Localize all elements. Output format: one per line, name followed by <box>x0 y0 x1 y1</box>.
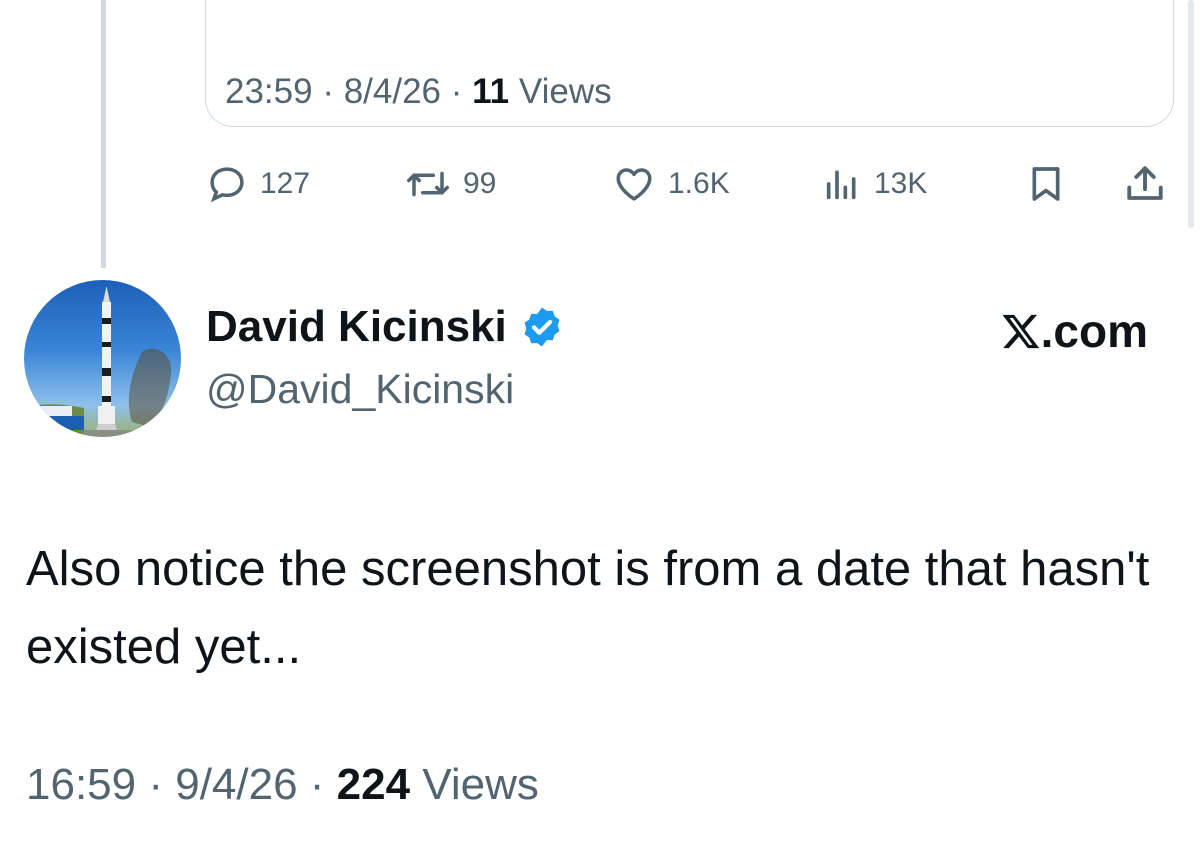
avatar[interactable] <box>24 280 181 437</box>
x-logo-icon <box>1002 314 1039 349</box>
heart-icon <box>616 168 652 201</box>
share-button[interactable] <box>1124 162 1166 206</box>
scrollbar[interactable] <box>1188 0 1194 228</box>
author-name[interactable]: David Kicinski <box>206 302 507 352</box>
bookmark-button[interactable] <box>1026 162 1066 206</box>
rocket-photo <box>24 286 172 437</box>
quoted-tweet-views-count: 11 <box>472 72 510 111</box>
like-button[interactable]: 1.6K <box>612 162 730 206</box>
speech-bubble-icon <box>210 167 244 203</box>
bookmark-icon <box>1032 167 1060 201</box>
views-count: 13K <box>874 167 928 200</box>
tweet-date[interactable]: 9/4/26 <box>175 760 297 809</box>
tweet-views-label: Views <box>422 760 539 809</box>
views-button[interactable]: 13K <box>822 162 927 206</box>
quoted-tweet-date: 8/4/26 <box>343 72 442 111</box>
tweet-text: Also notice the screenshot is from a dat… <box>26 542 1150 674</box>
repost-count: 99 <box>463 167 497 200</box>
brand-domain: .com <box>1040 305 1148 357</box>
reply-button[interactable]: 127 <box>206 162 310 206</box>
share-upload-icon <box>1127 166 1163 200</box>
tweet-meta: 16:59 · 9/4/26 · 224 Views <box>26 760 539 809</box>
bar-chart-icon <box>826 170 856 200</box>
author-name-row[interactable]: David Kicinski <box>206 302 565 352</box>
tweet-time[interactable]: 16:59 <box>26 760 136 809</box>
repost-button[interactable]: 99 <box>405 162 496 206</box>
brand-label: .com <box>1001 304 1148 358</box>
verified-badge-icon <box>524 307 560 347</box>
repost-arrows-icon <box>407 171 449 197</box>
tweet-views-count: 224 <box>336 760 411 809</box>
quoted-tweet-meta: 23:59 · 8/4/26 · 11 Views <box>225 72 612 111</box>
like-count: 1.6K <box>668 167 730 200</box>
quoted-tweet-time: 23:59 <box>225 72 313 111</box>
reply-count: 127 <box>260 167 311 200</box>
thread-connector-line <box>101 0 106 268</box>
quoted-tweet-views-label: Views <box>518 72 612 111</box>
author-handle[interactable]: @David_Kicinski <box>206 366 514 413</box>
